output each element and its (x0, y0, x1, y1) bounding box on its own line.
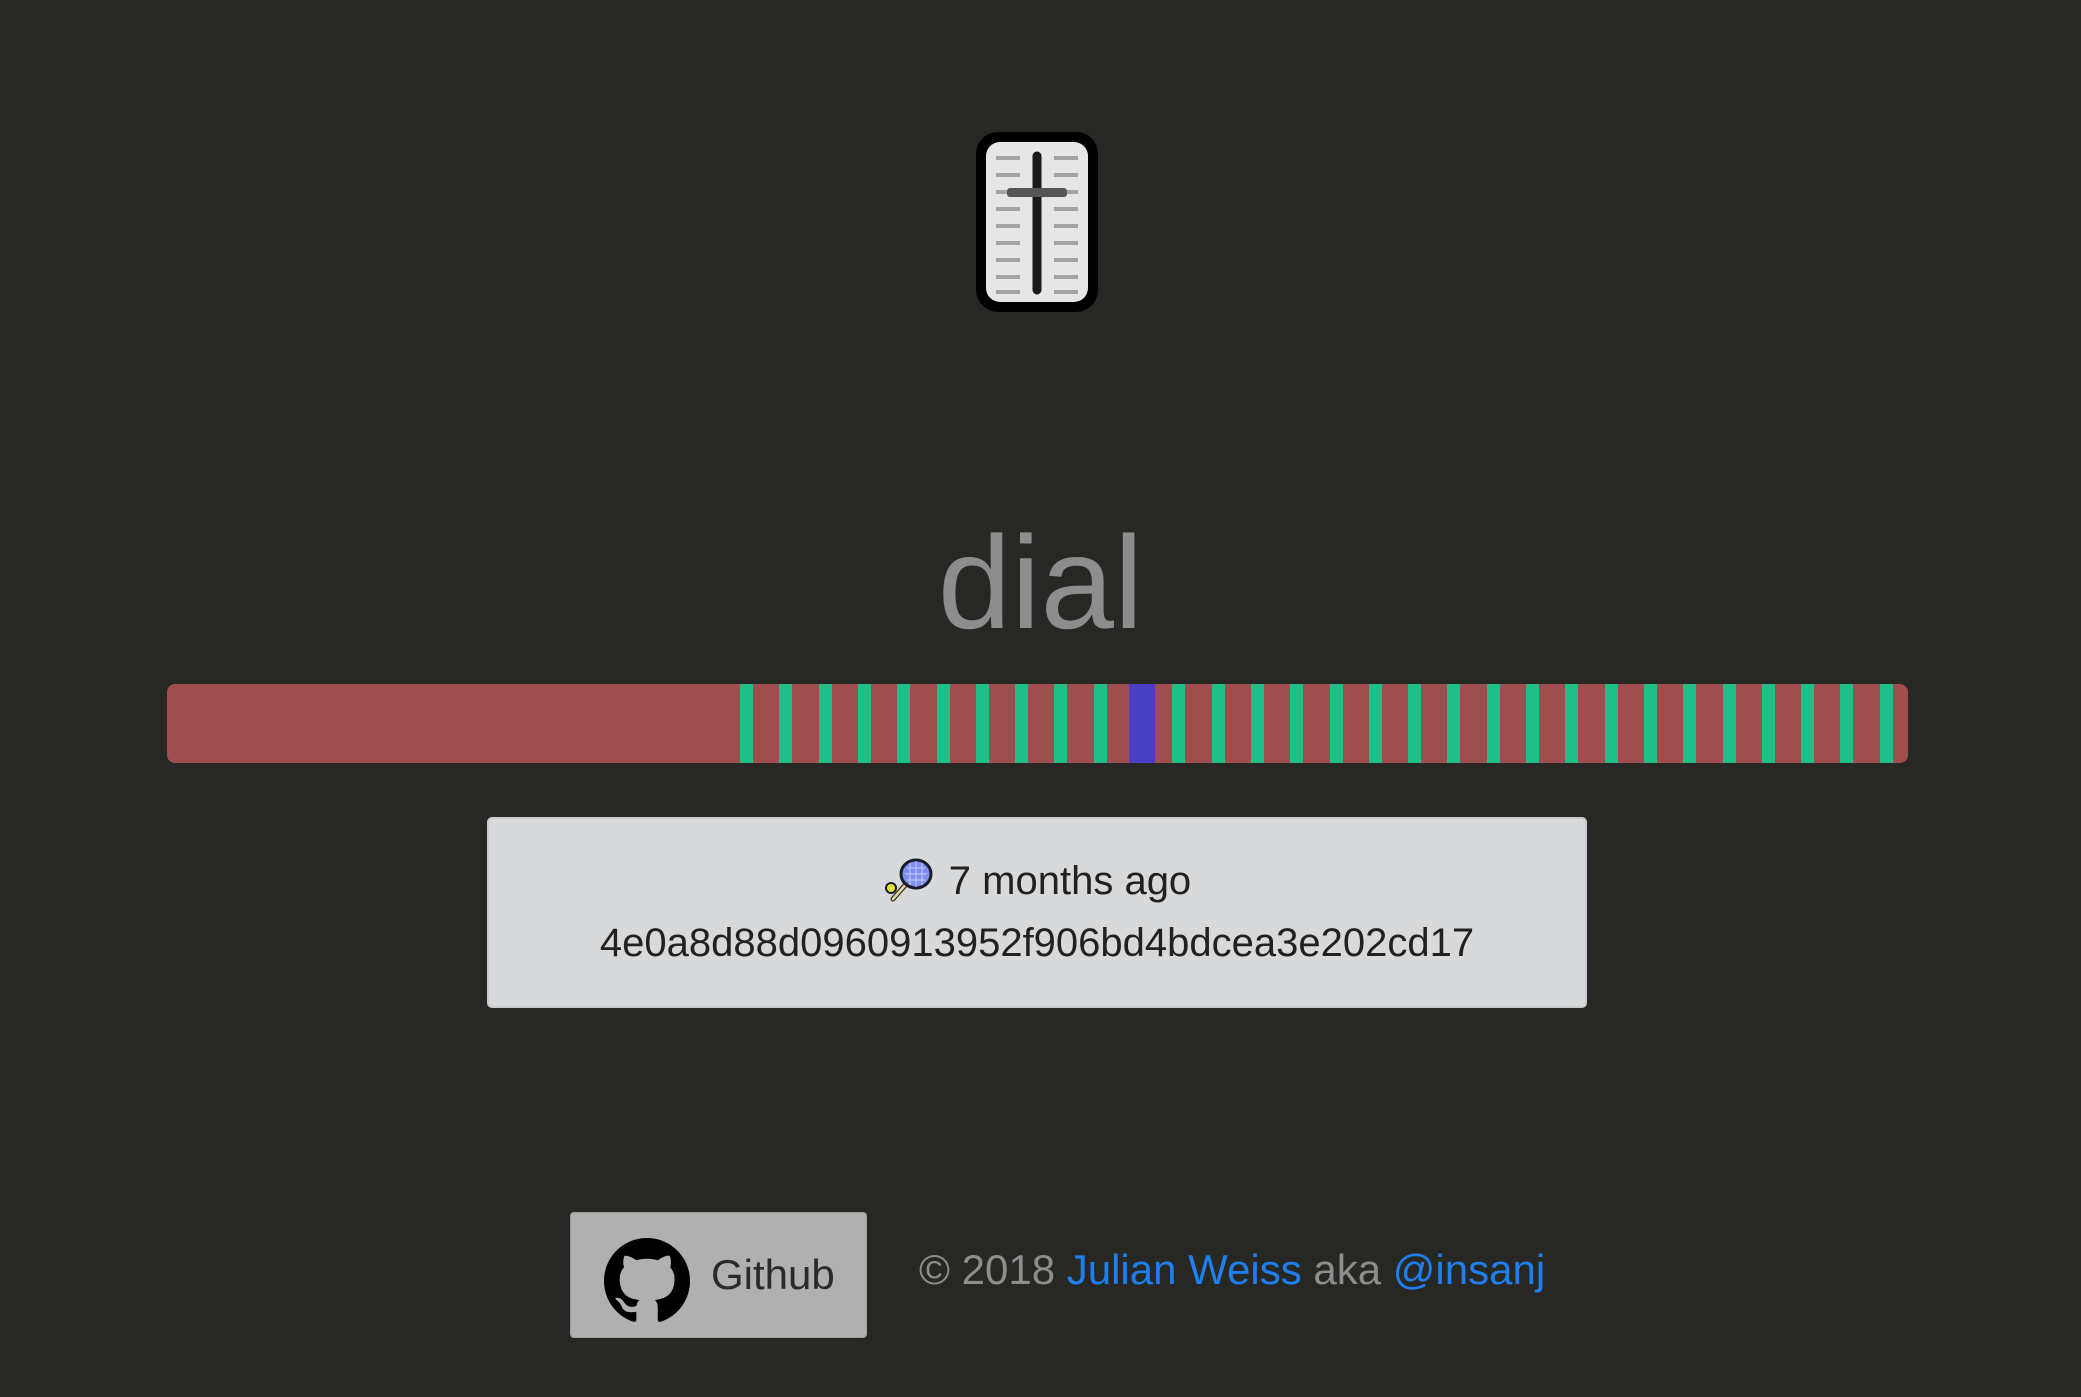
timeline-commit-tick[interactable] (1329, 684, 1343, 763)
timeline-commit-tick[interactable] (1604, 684, 1618, 763)
tennis-racket-icon (884, 858, 933, 902)
copyright-text: © 2018 (919, 1246, 1056, 1293)
commit-info-card: 7 months ago 4e0a8d88d0960913952f906bd4b… (487, 817, 1587, 1008)
timeline-commit-tick[interactable] (1840, 684, 1854, 763)
github-icon (604, 1238, 690, 1322)
timeline-commit-tick[interactable] (857, 684, 871, 763)
timeline-commit-tick[interactable] (1447, 684, 1461, 763)
timeline-commit-tick[interactable] (1683, 684, 1697, 763)
timeline-commit-tick[interactable] (1172, 684, 1186, 763)
timeline-commit-tick[interactable] (1408, 684, 1422, 763)
timeline-commit-tick[interactable] (1093, 684, 1107, 763)
timeline-commit-tick[interactable] (1368, 684, 1382, 763)
timeline-commit-tick[interactable] (1486, 684, 1500, 763)
timeline-commit-tick[interactable] (975, 684, 989, 763)
timeline-commit-tick[interactable] (897, 684, 911, 763)
timeline-commit-tick[interactable] (1250, 684, 1264, 763)
timeline-commit-tick[interactable] (1054, 684, 1068, 763)
timeline-commit-tick[interactable] (779, 684, 793, 763)
timeline-commit-tick[interactable] (1761, 684, 1775, 763)
commit-timeline[interactable] (167, 684, 1908, 763)
footer-credits: © 2018 Julian Weiss aka @insanj (919, 1246, 1545, 1294)
timeline-commit-tick[interactable] (1801, 684, 1815, 763)
timeline-commit-tick[interactable] (1211, 684, 1225, 763)
timeline-commit-tick[interactable] (936, 684, 950, 763)
timeline-commit-tick[interactable] (1290, 684, 1304, 763)
author-link[interactable]: Julian Weiss (1067, 1246, 1302, 1293)
timeline-commit-tick[interactable] (1015, 684, 1029, 763)
timeline-commit-tick[interactable] (1565, 684, 1579, 763)
app-title: dial (937, 509, 1144, 656)
fader-logo-icon (976, 132, 1098, 312)
aka-text: aka (1313, 1246, 1382, 1293)
github-button[interactable]: Github (570, 1212, 867, 1338)
timeline-commit-tick[interactable] (1879, 684, 1893, 763)
timeline-commit-tick[interactable] (1526, 684, 1539, 763)
timeline-commit-tick[interactable] (740, 684, 753, 763)
timeline-commit-tick[interactable] (1722, 684, 1736, 763)
github-button-label: Github (711, 1251, 835, 1298)
timeline-commit-tick[interactable] (1643, 684, 1657, 763)
commit-time-row: 7 months ago (489, 855, 1585, 907)
relative-time: 7 months ago (948, 858, 1192, 903)
commit-hash: 4e0a8d88d0960913952f906bd4bdcea3e202cd17 (599, 921, 1475, 965)
timeline-current-commit[interactable] (1129, 684, 1155, 763)
timeline-commit-tick[interactable] (818, 684, 832, 763)
twitter-handle-link[interactable]: @insanj (1393, 1246, 1545, 1293)
